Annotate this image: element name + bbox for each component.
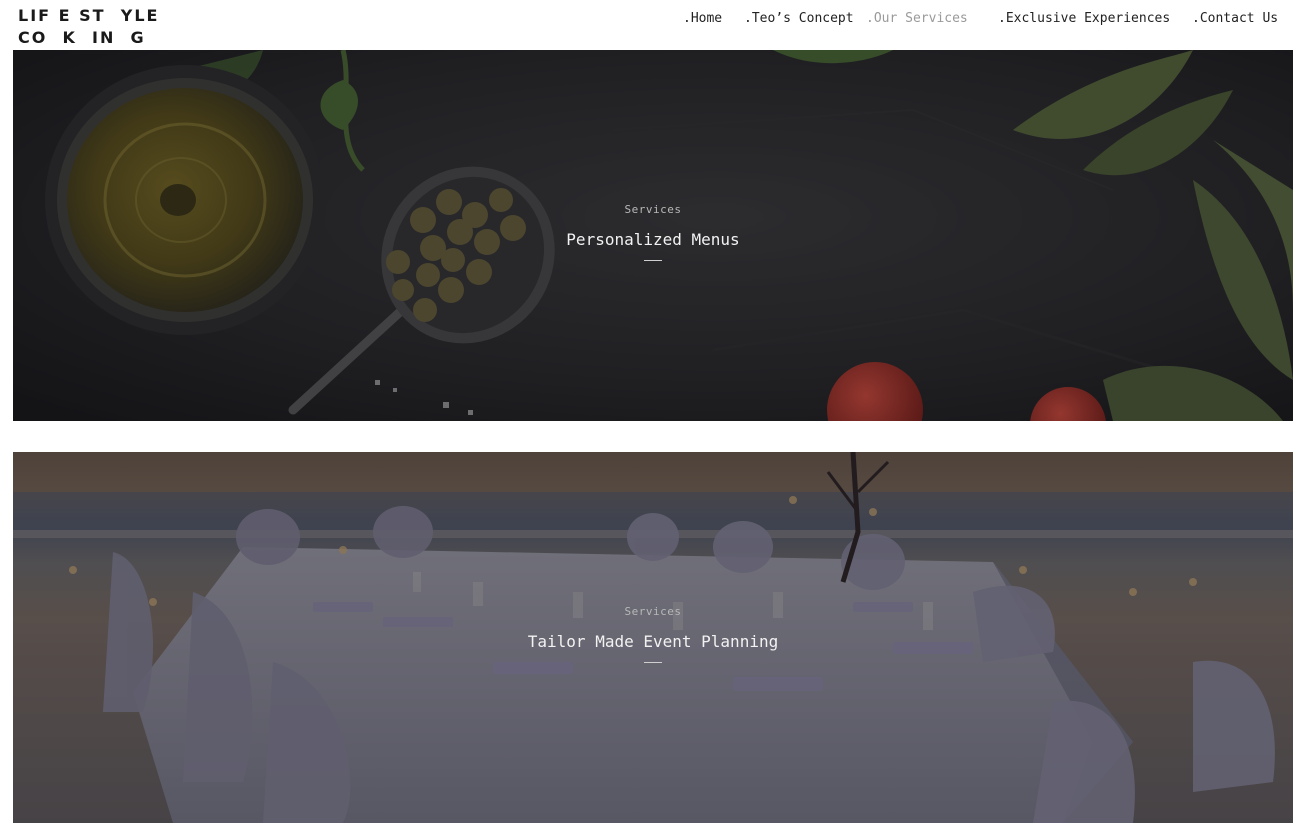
nav-our-services[interactable]: .Our Services xyxy=(866,11,968,27)
service-caption: Services Tailor Made Event Planning xyxy=(13,605,1293,663)
service-card-personalized-menus[interactable]: Services Personalized Menus xyxy=(13,50,1293,421)
service-title[interactable]: Personalized Menus xyxy=(13,230,1293,250)
service-kicker: Services xyxy=(624,203,682,216)
site-logo[interactable]: LIF E ST YLE CO K IN G xyxy=(18,5,159,49)
nav-home[interactable]: .Home xyxy=(683,11,722,27)
title-underline xyxy=(644,662,662,663)
service-kicker: Services xyxy=(624,605,682,618)
logo-line-2: CO K IN G xyxy=(18,28,146,47)
logo-line-1: LIF E ST YLE xyxy=(18,6,160,25)
service-title[interactable]: Tailor Made Event Planning xyxy=(13,632,1293,652)
nav-exclusive-experiences[interactable]: .Exclusive Experiences xyxy=(998,11,1170,27)
site-header: LIF E ST YLE CO K IN G .Home .Teo’s Conc… xyxy=(0,0,1303,50)
nav-contact-us[interactable]: .Contact Us xyxy=(1192,11,1278,27)
nav-teos-concept[interactable]: .Teo’s Concept xyxy=(744,11,854,27)
service-caption: Services Personalized Menus xyxy=(13,203,1293,261)
title-underline xyxy=(644,260,662,261)
service-card-event-planning[interactable]: Services Tailor Made Event Planning xyxy=(13,452,1293,823)
